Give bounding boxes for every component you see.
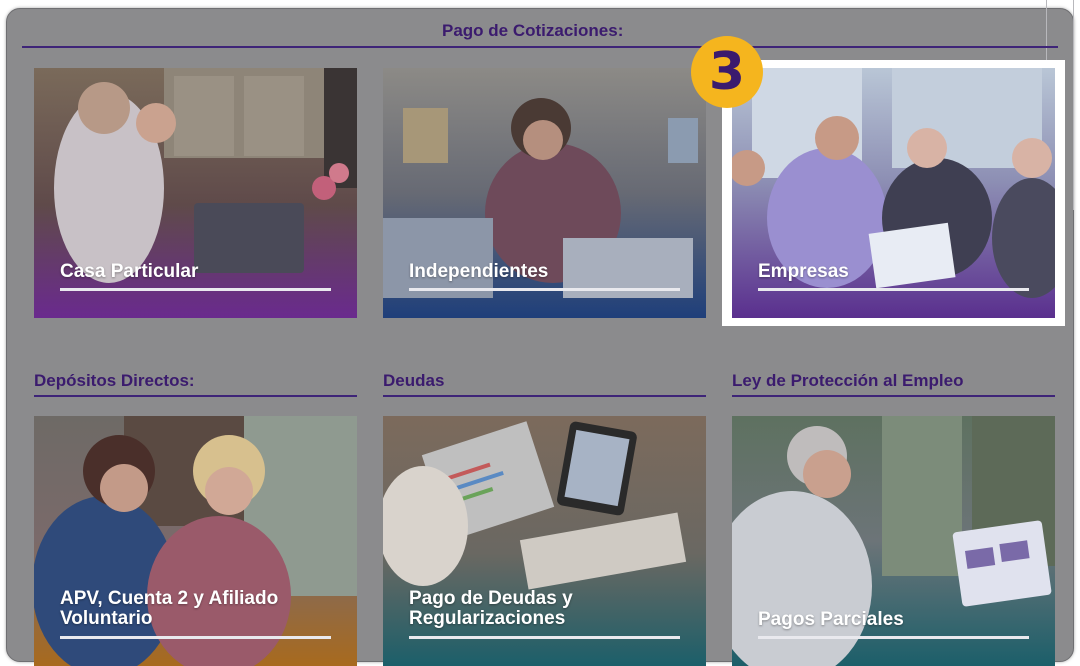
card-deudas[interactable]: Pago de Deudas y Regularizaciones [383,416,706,666]
section-title-ley: Ley de Protección al Empleo [732,371,964,390]
card-label: Independientes [409,261,549,282]
card-pagos-parciales[interactable]: Pagos Parciales [732,416,1055,666]
card-label-line2: Regularizaciones [409,608,566,629]
card-label: Empresas [758,261,849,282]
card-label: Casa Particular [60,261,199,282]
card-underline [409,636,680,639]
card-casa-particular[interactable]: Casa Particular [34,68,357,318]
card-underline [409,288,680,291]
card-label-line2: Voluntario [60,608,153,629]
section-divider [34,395,357,397]
card-label-line1: Pago de Deudas y [409,588,573,609]
card-independientes[interactable]: Independientes [383,68,706,318]
step-badge: 3 [691,36,763,108]
card-label-line1: APV, Cuenta 2 y Afiliado [60,588,279,609]
card-label: Pagos Parciales [758,609,904,630]
card-underline [758,636,1029,639]
section-divider [383,395,706,397]
section-title-deudas: Deudas [383,371,445,390]
header-divider [22,46,1058,48]
section-divider [732,395,1055,397]
card-underline [60,636,331,639]
card-empresas[interactable]: Empresas [732,68,1055,318]
section-title-depositos: Depósitos Directos: [34,371,195,390]
page-title: Pago de Cotizaciones: [442,21,624,40]
card-underline [60,288,331,291]
card-underline [758,288,1029,291]
card-apv[interactable]: APV, Cuenta 2 y Afiliado Voluntario [34,416,357,666]
